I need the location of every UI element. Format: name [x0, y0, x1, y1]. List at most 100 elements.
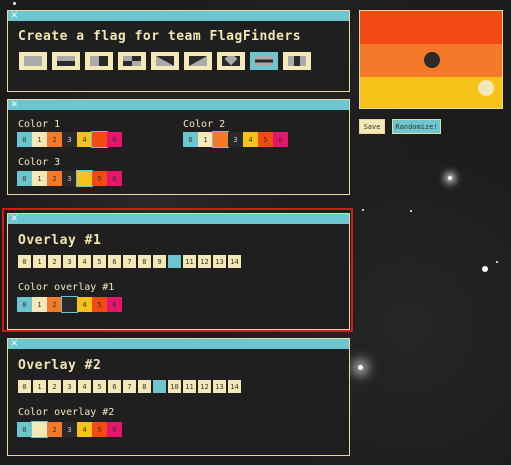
overlay-option[interactable]: 14	[227, 379, 242, 394]
color2-label: Color 2	[183, 119, 226, 130]
color-swatch[interactable]: 2	[47, 171, 62, 186]
overlay-option[interactable]: 1	[32, 379, 47, 394]
color-swatch[interactable]: 3	[62, 132, 77, 147]
flag-preview	[359, 10, 503, 109]
overlay-option[interactable]: 4	[77, 254, 92, 269]
pattern-plain[interactable]	[19, 52, 47, 70]
color-swatch[interactable]: 2	[212, 131, 229, 148]
overlay2-panel: ✕ Overlay #2 0 1 2 3 4 5 6 7 8 9 10 11 12 13 14 Color …	[7, 336, 350, 456]
color-swatch[interactable]: 2	[47, 297, 62, 312]
pattern-checker[interactable]	[118, 52, 146, 70]
overlay-option[interactable]: 6	[107, 379, 122, 394]
overlay2-color-label: Color overlay #2	[18, 407, 115, 418]
randomize-button[interactable]: Randomize!	[392, 119, 441, 134]
color-swatch[interactable]: 0	[17, 297, 32, 312]
color3-label: Color 3	[18, 157, 61, 168]
color-swatch[interactable]: 2	[47, 132, 62, 147]
star	[358, 365, 363, 370]
star	[13, 2, 16, 5]
color-swatch[interactable]: 5	[92, 171, 107, 186]
overlay-option[interactable]: 0	[17, 254, 32, 269]
overlay-option[interactable]: 9	[152, 254, 167, 269]
color-swatch[interactable]: 3	[61, 296, 78, 313]
overlay-option[interactable]: 3	[62, 254, 77, 269]
color-swatch[interactable]: 0	[17, 171, 32, 186]
overlay-option[interactable]: 7	[122, 379, 137, 394]
flag-dot	[424, 52, 440, 68]
overlay-option[interactable]: 1	[32, 254, 47, 269]
overlay-option[interactable]: 8	[137, 254, 152, 269]
overlay-option[interactable]: 2	[47, 254, 62, 269]
overlay-option[interactable]: 7	[122, 254, 137, 269]
overlay-option[interactable]: 13	[212, 254, 227, 269]
color-swatch[interactable]: 0	[17, 132, 32, 147]
panel-titlebar: ✕	[8, 97, 349, 111]
close-icon[interactable]: ✕	[11, 336, 18, 350]
color-swatch[interactable]: 6	[107, 422, 122, 437]
color-swatch[interactable]: 1	[31, 421, 48, 438]
pattern-h-band[interactable]	[250, 52, 278, 70]
overlay-option[interactable]: 6	[107, 254, 122, 269]
colors-panel: ✕ Color 1 0123456 Color 2 0123456 Color …	[7, 97, 350, 195]
pattern-diag-1[interactable]	[151, 52, 179, 70]
color-swatch[interactable]: 5	[92, 422, 107, 437]
color1-palette: 0123456	[17, 131, 122, 148]
color-swatch[interactable]: 6	[273, 132, 288, 147]
pattern-diamond[interactable]	[217, 52, 245, 70]
color-swatch[interactable]: 3	[228, 132, 243, 147]
overlay-option[interactable]: 3	[62, 379, 77, 394]
color-swatch[interactable]: 4	[77, 422, 92, 437]
overlay-option[interactable]: 12	[197, 379, 212, 394]
color-swatch[interactable]: 5	[258, 132, 273, 147]
panel-titlebar: ✕	[8, 336, 349, 350]
color-swatch[interactable]: 5	[91, 131, 108, 148]
color-swatch[interactable]: 1	[198, 132, 213, 147]
close-icon[interactable]: ✕	[11, 211, 18, 225]
pattern-row	[19, 52, 316, 70]
overlay-option[interactable]: 5	[92, 379, 107, 394]
color-swatch[interactable]: 3	[62, 422, 77, 437]
pattern-v-split[interactable]	[85, 52, 113, 70]
star	[448, 176, 452, 180]
flag-dot	[478, 80, 494, 96]
star	[410, 210, 412, 212]
color-swatch[interactable]: 0	[17, 422, 32, 437]
color-swatch[interactable]: 1	[32, 171, 47, 186]
color-swatch[interactable]: 1	[32, 297, 47, 312]
overlay-option[interactable]: 14	[227, 254, 242, 269]
color-swatch[interactable]: 6	[107, 297, 122, 312]
color-swatch[interactable]: 6	[107, 132, 122, 147]
overlay-option[interactable]: 8	[137, 379, 152, 394]
pattern-v-band[interactable]	[283, 52, 311, 70]
close-icon[interactable]: ✕	[11, 97, 18, 111]
close-icon[interactable]: ✕	[11, 8, 18, 22]
overlay-option[interactable]: 10	[167, 379, 182, 394]
overlay-option[interactable]: 11	[182, 379, 197, 394]
overlay-option[interactable]: 10	[167, 254, 182, 269]
color-swatch[interactable]: 4	[77, 132, 92, 147]
color1-label: Color 1	[18, 119, 61, 130]
overlay-option[interactable]: 12	[197, 254, 212, 269]
page-title: Create a flag for team FlagFinders	[18, 29, 302, 44]
overlay-option[interactable]: 13	[212, 379, 227, 394]
color-swatch[interactable]: 2	[47, 422, 62, 437]
color-swatch[interactable]: 0	[183, 132, 198, 147]
color-swatch[interactable]: 4	[243, 132, 258, 147]
color-swatch[interactable]: 4	[76, 170, 93, 187]
pattern-h-split[interactable]	[52, 52, 80, 70]
overlay-option[interactable]: 2	[47, 379, 62, 394]
color-swatch[interactable]: 6	[107, 171, 122, 186]
overlay-option[interactable]: 0	[17, 379, 32, 394]
color-swatch[interactable]: 5	[92, 297, 107, 312]
overlay-option[interactable]: 4	[77, 379, 92, 394]
color-swatch[interactable]: 3	[62, 171, 77, 186]
save-button[interactable]: Save	[359, 119, 385, 134]
overlay-option[interactable]: 9	[152, 379, 167, 394]
color-swatch[interactable]: 1	[32, 132, 47, 147]
pattern-diag-2[interactable]	[184, 52, 212, 70]
color-swatch[interactable]: 4	[77, 297, 92, 312]
overlay-option[interactable]: 5	[92, 254, 107, 269]
overlay2-color-palette: 0123456	[17, 421, 122, 438]
overlay1-color-label: Color overlay #1	[18, 282, 115, 293]
overlay-option[interactable]: 11	[182, 254, 197, 269]
